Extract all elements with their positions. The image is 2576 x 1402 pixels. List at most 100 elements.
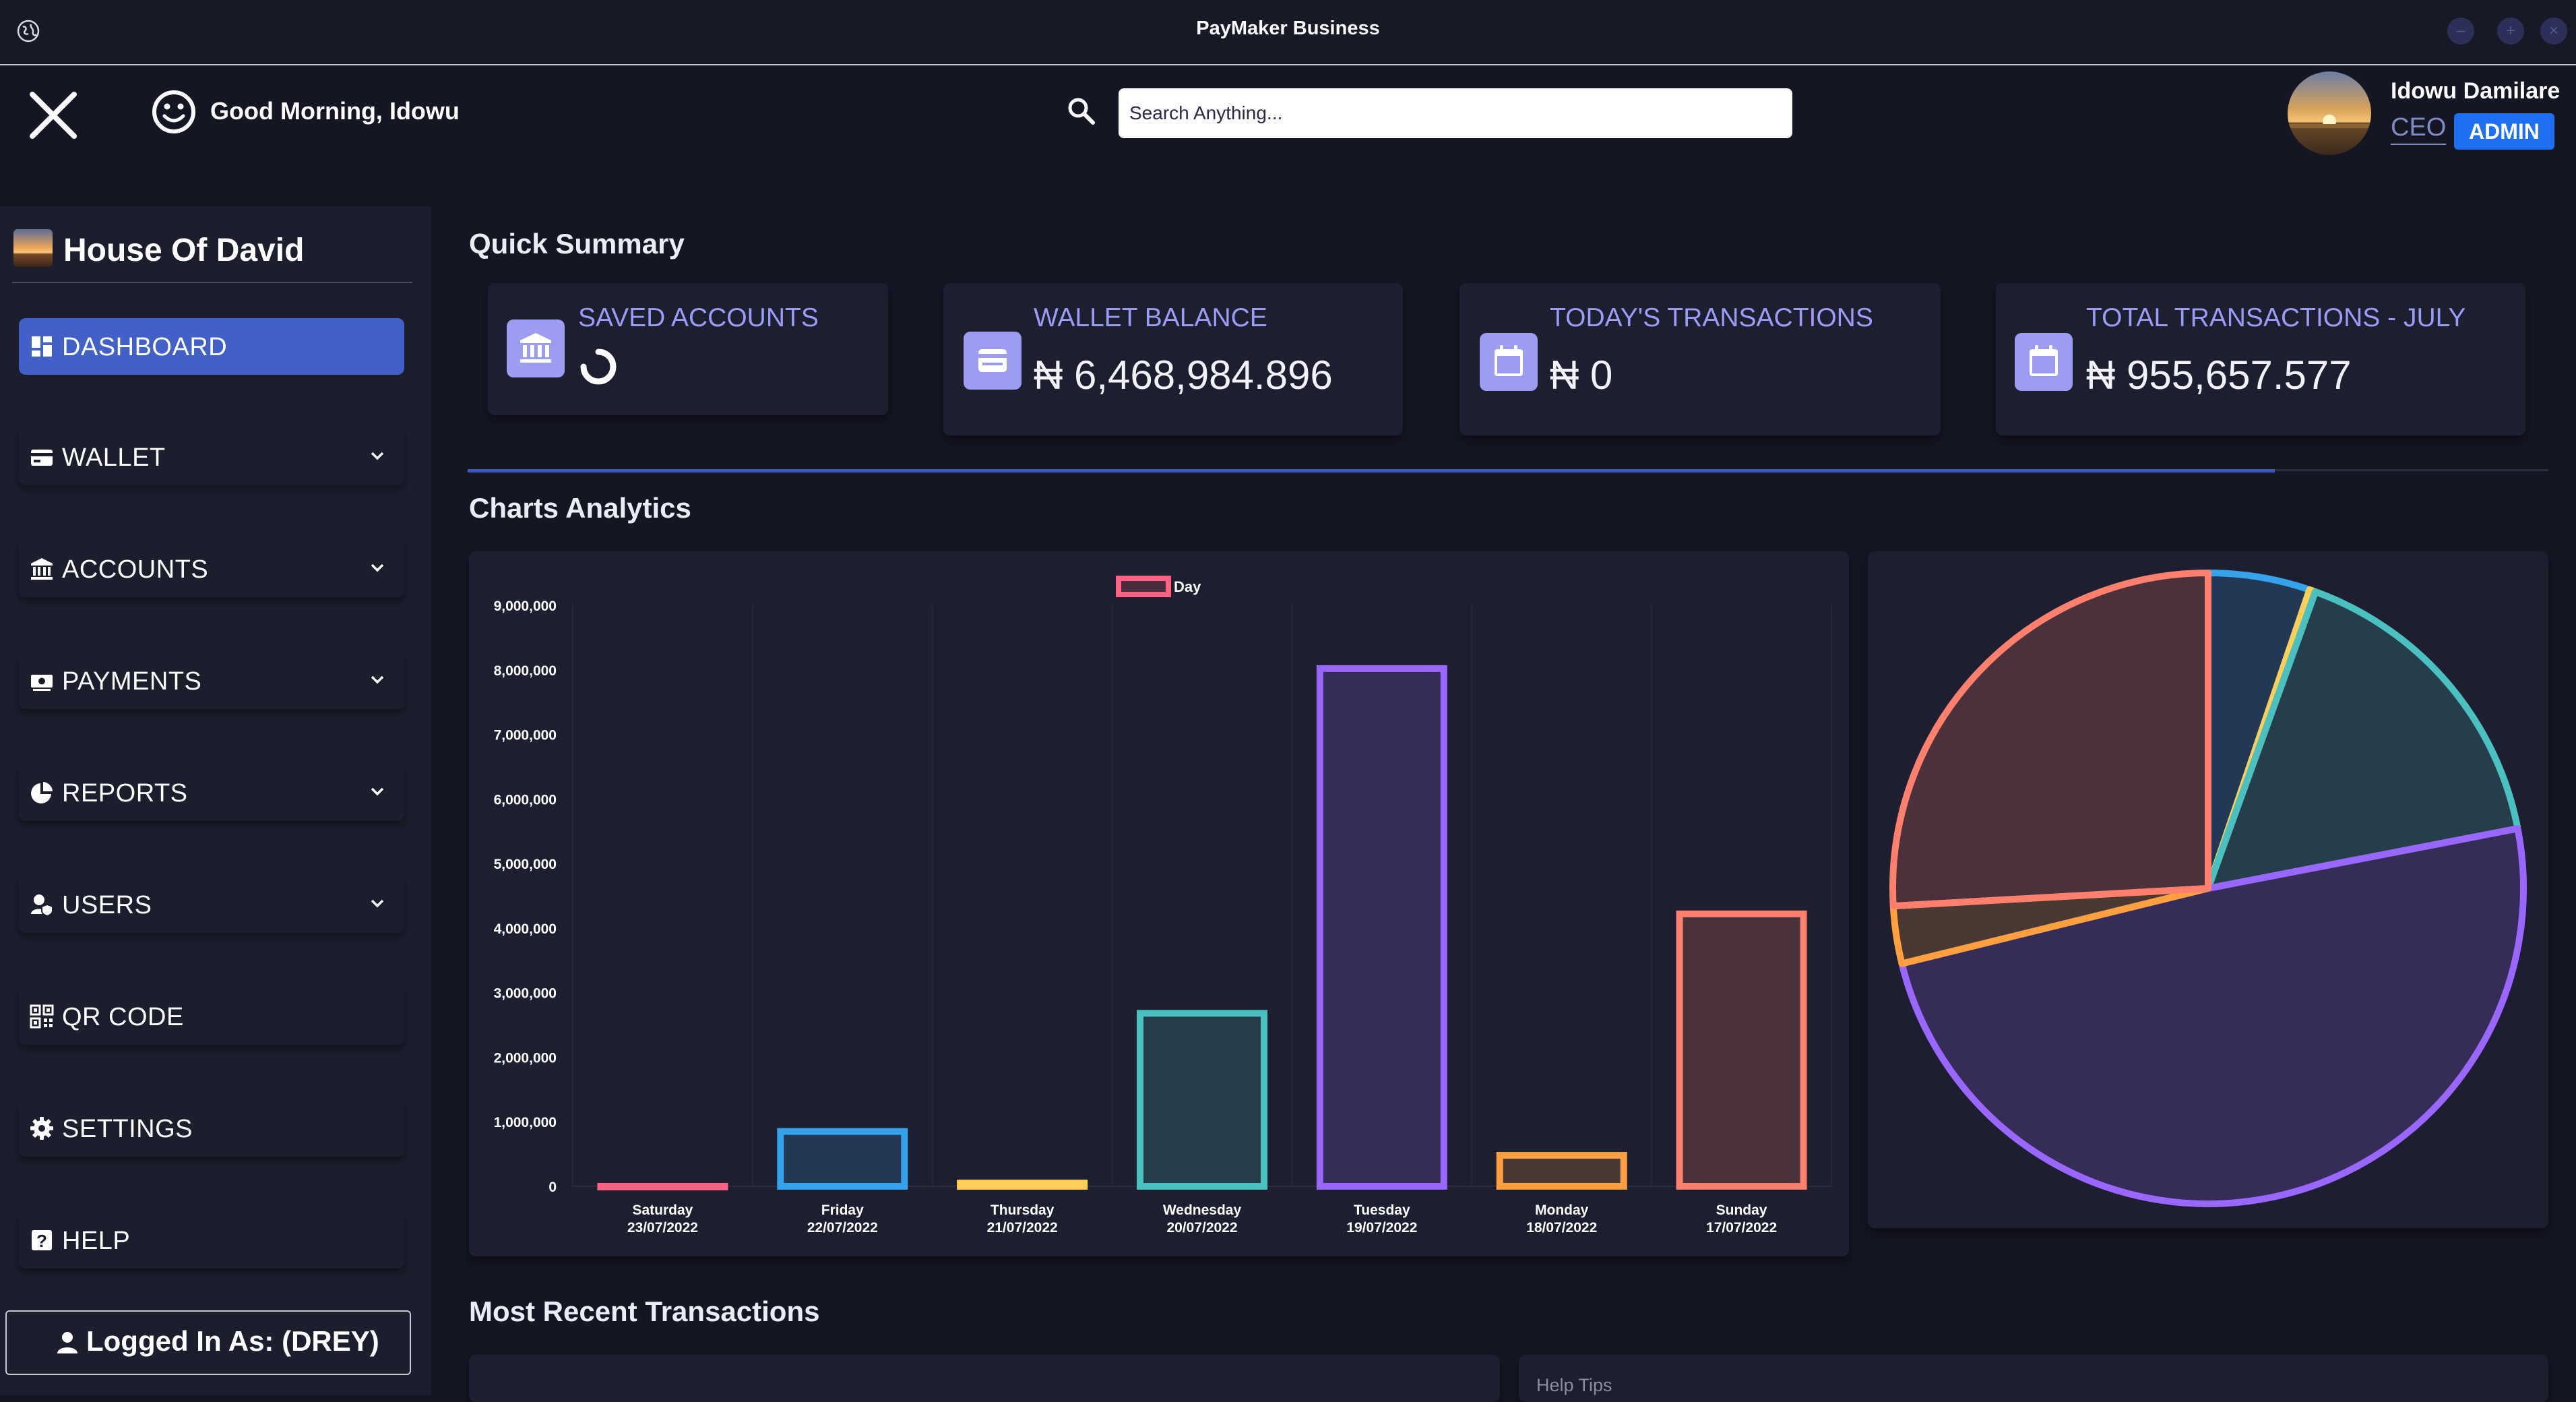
bar-chart-card: 0 1,000,000 2,000,000 3,000,000 4,000,000 5,0… [469, 551, 1849, 1256]
bar[interactable] [957, 1180, 1088, 1190]
gear-icon [30, 1117, 53, 1140]
summary-card-wallet-balance[interactable]: WALLET BALANCE ₦ 6,468,984.896 [943, 283, 1403, 435]
bar[interactable] [597, 1183, 728, 1190]
minimize-button[interactable]: – [2447, 18, 2474, 44]
y-tick-label: 6,000,000 [494, 792, 557, 807]
chevron-down-icon [371, 452, 384, 460]
legend-swatch [1116, 576, 1171, 597]
x-tick-sublabel: 23/07/2022 [627, 1220, 698, 1236]
card-title: WALLET BALANCE [1034, 303, 1267, 332]
y-tick-label: 9,000,000 [494, 599, 557, 614]
calendar-icon [1480, 333, 1538, 391]
card-value: ₦ 6,468,984.896 [1034, 353, 1333, 398]
x-tick-sublabel: 22/07/2022 [807, 1220, 878, 1236]
help-icon: ? [32, 1230, 52, 1251]
svg-text:?: ? [36, 1231, 47, 1251]
charts-analytics-title: Charts Analytics [469, 492, 691, 524]
sidebar-item-wallet[interactable]: WALLET [19, 429, 404, 485]
y-tick-label: 4,000,000 [494, 921, 557, 937]
user-name: Idowu Damilare [2391, 78, 2561, 104]
pie-chart-card [1868, 551, 2548, 1228]
close-menu-icon[interactable] [27, 89, 80, 142]
search-input[interactable] [1119, 88, 1792, 138]
organization-name: House Of David [63, 233, 305, 268]
card-title: TOTAL TRANSACTIONS - JULY [2086, 303, 2466, 332]
qr-code-icon [30, 1004, 54, 1029]
sidebar-item-label: ACCOUNTS [62, 555, 209, 584]
bar[interactable] [1496, 1152, 1627, 1190]
bar[interactable] [1316, 665, 1447, 1190]
sidebar-item-settings[interactable]: SETTINGS [19, 1100, 404, 1157]
summary-card-todays-transactions[interactable]: TODAY'S TRANSACTIONS ₦ 0 [1459, 283, 1941, 435]
y-tick-label: 1,000,000 [494, 1115, 557, 1130]
greeting-text: Good Morning, Idowu [210, 97, 460, 125]
sidebar-item-accounts[interactable]: ACCOUNTS [19, 541, 404, 597]
summary-card-total-transactions[interactable]: TOTAL TRANSACTIONS - JULY ₦ 955,657.577 [1996, 283, 2525, 435]
x-tick-sublabel: 17/07/2022 [1706, 1220, 1777, 1236]
sidebar-item-label: USERS [62, 891, 152, 919]
x-tick-label: Saturday [632, 1202, 693, 1218]
sidebar-item-users[interactable]: USERS [19, 876, 404, 933]
sidebar-item-label: QR CODE [62, 1003, 184, 1031]
sidebar-item-help[interactable]: ? HELP [19, 1212, 404, 1269]
dashboard-icon [32, 336, 52, 357]
logged-in-label: Logged In As: (DREY) [86, 1325, 379, 1357]
calendar-icon [2015, 333, 2073, 391]
bar-chart: 0 1,000,000 2,000,000 3,000,000 4,000,000 5,0… [494, 576, 1832, 1236]
sidebar-item-label: SETTINGS [62, 1115, 193, 1143]
sidebar-item-label: REPORTS [62, 779, 188, 807]
legend-label: Day [1174, 578, 1201, 595]
sidebar-item-payments[interactable]: PAYMENTS [19, 652, 404, 709]
y-tick-label: 5,000,000 [494, 857, 557, 872]
role-badge: ADMIN [2454, 113, 2554, 150]
bar[interactable] [777, 1128, 908, 1190]
sidebar-item-label: PAYMENTS [62, 667, 202, 696]
card-title: SAVED ACCOUNTS [578, 303, 819, 332]
wallet-icon [31, 450, 53, 466]
help-tips-title: Help Tips [1536, 1375, 1612, 1395]
chevron-down-icon [371, 899, 384, 908]
pie-chart-icon [31, 782, 53, 803]
y-tick-label: 2,000,000 [494, 1050, 557, 1066]
maximize-button[interactable]: + [2497, 18, 2524, 44]
summary-card-saved-accounts[interactable]: SAVED ACCOUNTS [488, 283, 888, 415]
card-value: ₦ 0 [1550, 353, 1613, 398]
pie-slice[interactable] [1889, 570, 2211, 910]
quick-summary-title: Quick Summary [469, 228, 685, 260]
x-tick-label: Wednesday [1163, 1202, 1242, 1218]
user-shield-icon [31, 894, 53, 917]
organization-logo [13, 229, 53, 267]
user-role: CEO [2391, 113, 2447, 145]
bar[interactable] [1676, 910, 1807, 1190]
sidebar-item-qr-code[interactable]: QR CODE [19, 988, 404, 1045]
user-avatar[interactable] [2288, 71, 2371, 155]
bank-icon [31, 558, 53, 580]
search-icon[interactable] [1065, 94, 1098, 128]
chevron-down-icon [371, 563, 384, 572]
cash-icon [31, 675, 53, 691]
sidebar-item-reports[interactable]: REPORTS [19, 764, 404, 821]
y-tick-label: 7,000,000 [494, 728, 557, 743]
bank-icon [507, 319, 565, 377]
x-tick-sublabel: 19/07/2022 [1346, 1220, 1417, 1236]
card-value: ₦ 955,657.577 [2086, 353, 2352, 398]
window-title: PayMaker Business [1196, 18, 1380, 39]
sidebar-item-dashboard[interactable]: DASHBOARD [19, 318, 404, 375]
card-title: TODAY'S TRANSACTIONS [1550, 303, 1873, 332]
sidebar-item-label: WALLET [62, 444, 166, 472]
pie-chart [1889, 570, 2527, 1207]
chevron-down-icon [371, 787, 384, 796]
recent-transactions-title: Most Recent Transactions [469, 1296, 820, 1327]
x-tick-label: Friday [821, 1202, 864, 1218]
bar[interactable] [1137, 1010, 1267, 1190]
person-icon [57, 1332, 77, 1353]
wallet-icon [964, 332, 1022, 390]
y-tick-label: 8,000,000 [494, 663, 557, 679]
y-tick-label: 3,000,000 [494, 986, 557, 1002]
y-tick-label: 0 [548, 1180, 557, 1195]
close-window-button[interactable]: × [2540, 18, 2567, 44]
chevron-down-icon [371, 675, 384, 684]
sidebar-divider [12, 282, 412, 283]
x-tick-label: Monday [1535, 1202, 1589, 1218]
x-tick-label: Tuesday [1354, 1202, 1410, 1218]
